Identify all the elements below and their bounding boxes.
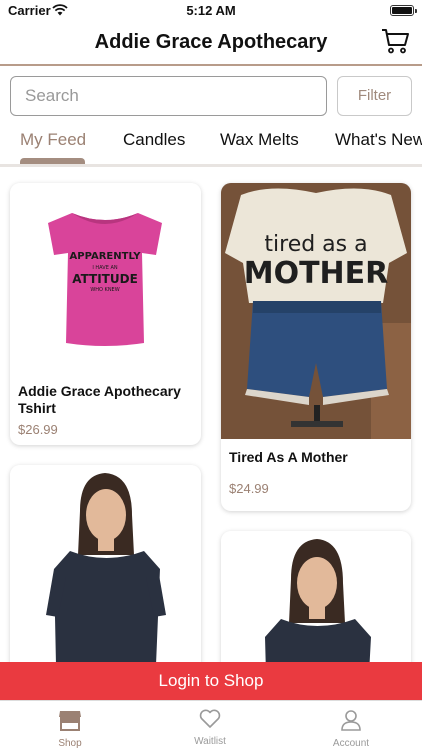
tab-wax-melts[interactable]: Wax Melts [220, 130, 299, 150]
tabbar-item-waitlist[interactable]: Waitlist [170, 709, 250, 747]
navigation-bar: Addie Grace Apothecary [0, 22, 422, 64]
tab-my-feed[interactable]: My Feed [20, 130, 86, 150]
product-image [10, 465, 201, 663]
shirt-print-line-2: I HAVE AN [92, 265, 118, 271]
person-icon [341, 710, 361, 731]
battery-icon [390, 5, 417, 16]
tabbar-label: Waitlist [194, 736, 226, 747]
bottom-tab-bar: Shop Waitlist Account [0, 700, 422, 750]
product-card[interactable] [221, 531, 411, 663]
shirt-print-line-3: ATTITUDE [72, 272, 138, 286]
header-divider [0, 64, 422, 66]
product-price: $24.99 [229, 481, 269, 496]
shirt-print-line-4: WHO KNEW [90, 287, 119, 293]
shirt-print-line-2: MOTHER [244, 256, 389, 291]
tabs-divider [0, 164, 422, 167]
shirt-print-line-1: tired as a [264, 232, 367, 257]
shop-icon [59, 711, 81, 731]
tabbar-label: Account [332, 738, 370, 749]
product-name: Addie Grace Apothecary Tshirt [18, 383, 181, 416]
shirt-print-line-1: APPARENTLY [70, 251, 142, 262]
product-price: $26.99 [18, 422, 58, 437]
page-title: Addie Grace Apothecary [94, 31, 328, 53]
clock: 5:12 AM [186, 3, 236, 18]
tab-whats-new[interactable]: What's New [335, 130, 422, 150]
filter-button[interactable]: Filter [337, 76, 412, 116]
search-input[interactable]: Search [10, 76, 327, 116]
product-card[interactable]: tired as a MOTHER Tired As A Mother $24.… [221, 183, 411, 511]
product-feed[interactable]: APPARENTLY I HAVE AN ATTITUDE WHO KNEW A… [0, 168, 422, 663]
product-image: APPARENTLY I HAVE AN ATTITUDE WHO KNEW [10, 183, 201, 373]
category-tabs: My Feed Candles Wax Melts What's New [0, 128, 422, 162]
tabbar-item-shop[interactable]: Shop [30, 709, 110, 749]
cart-icon[interactable] [380, 26, 410, 56]
product-image [221, 531, 411, 663]
tabbar-label: Shop [58, 738, 82, 749]
tabbar-item-account[interactable]: Account [311, 709, 391, 749]
product-card[interactable]: APPARENTLY I HAVE AN ATTITUDE WHO KNEW A… [10, 183, 201, 445]
product-card[interactable] [10, 465, 201, 663]
heart-icon [199, 709, 221, 728]
status-bar: Carrier 5:12 AM [0, 0, 422, 22]
tab-candles[interactable]: Candles [123, 130, 185, 150]
product-name: Tired As A Mother [229, 449, 348, 465]
login-to-shop-button[interactable]: Login to Shop [0, 662, 422, 700]
product-image: tired as a MOTHER [221, 183, 411, 439]
